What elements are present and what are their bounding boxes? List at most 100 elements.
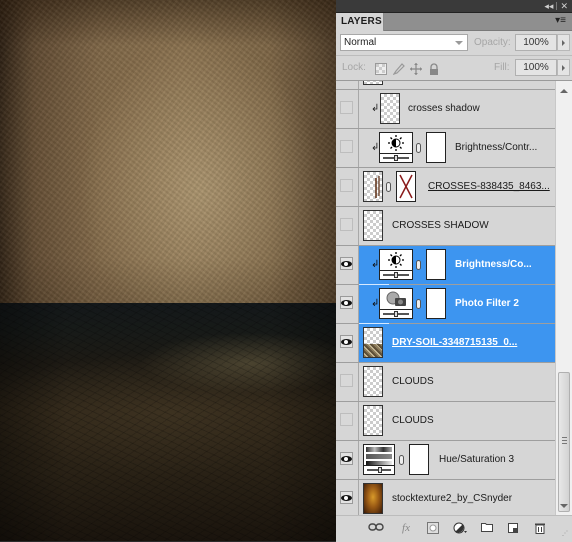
blend-mode-value: Normal [344,37,377,48]
visibility-toggle[interactable] [336,207,359,245]
layers-list: ↲ crosses shadow ↲ Brightness/Contr... C… [336,81,555,515]
tab-layers[interactable]: LAYERS [336,13,384,31]
layer-name[interactable]: crosses shadow [408,90,480,128]
blend-opacity-row: Normal Opacity: 100% [336,31,572,56]
panel-menu-icon[interactable]: ▾≡ [552,15,566,27]
visibility-toggle[interactable] [336,324,359,362]
scroll-down-arrow-icon[interactable] [560,504,568,508]
layer-row-selected[interactable]: DRY-SOIL-3348715135_0... [336,324,555,363]
layer-mask-thumbnail[interactable] [426,132,446,163]
grip-icon [562,437,567,444]
soil-thumbnail-texture [364,344,382,357]
layer-name[interactable]: CROSSES SHADOW [392,207,489,245]
layer-mask-thumbnail[interactable] [426,249,446,280]
layer-thumbnail [363,405,383,436]
visibility-toggle[interactable] [336,441,359,479]
visibility-box [340,179,353,192]
layer-mask-thumbnail[interactable] [396,171,416,202]
layer-row-partial[interactable] [336,81,555,90]
layer-name[interactable]: CROSSES-838435_8463... [428,168,550,206]
collapse-panel-icon[interactable]: ◂◂ [544,0,553,12]
visibility-toggle[interactable] [336,402,359,440]
layer-name[interactable]: CLOUDS [392,363,434,401]
layer-thumbnail [363,81,383,85]
visibility-toggle[interactable] [336,363,359,401]
fill-field[interactable]: 100% [515,59,557,76]
opacity-slider-button[interactable] [557,34,570,51]
visibility-toggle[interactable] [336,285,359,323]
opacity-field[interactable]: 100% [515,34,557,51]
visibility-box [340,218,353,231]
visibility-toggle[interactable] [336,480,359,515]
eye-icon [341,456,352,462]
layer-row[interactable]: CROSSES-838435_8463... [336,168,555,207]
layer-name[interactable]: DRY-SOIL-3348715135_0... [392,324,517,362]
layer-name[interactable]: stocktexture2_by_CSnyder [392,480,512,515]
visibility-toggle[interactable] [336,129,359,167]
resize-grip-icon[interactable]: ⋰ [560,528,570,540]
layers-panel: ◂◂ ✕ LAYERS ▾≡ Normal Opacity: 100% Lock… [336,0,572,542]
layer-row[interactable]: CLOUDS [336,402,555,441]
canvas-dry-soil [0,303,336,541]
layer-row[interactable]: CROSSES SHADOW [336,207,555,246]
delete-layer-trash-icon[interactable] [534,522,546,534]
blend-mode-select[interactable]: Normal [340,34,468,51]
scroll-up-arrow-icon[interactable] [560,89,568,93]
eye-icon [341,300,352,306]
link-layers-icon[interactable] [368,522,384,534]
eye-icon [341,261,352,267]
layer-style-fx-icon[interactable]: fx [398,522,414,534]
lock-label: Lock: [342,62,366,73]
eye-icon [341,339,352,345]
mask-link-icon[interactable] [416,260,421,270]
titlebar-separator [556,2,558,10]
layer-row[interactable]: CLOUDS [336,363,555,402]
scrollbar-thumb[interactable] [558,372,570,512]
layer-row[interactable]: ↲ Brightness/Contr... [336,129,555,168]
visibility-box [340,413,353,426]
fill-slider-button[interactable] [557,59,570,76]
new-layer-icon[interactable] [507,522,519,534]
visibility-toggle[interactable] [336,90,359,128]
document-canvas[interactable] [0,0,336,541]
lock-image-pixels-icon[interactable] [392,62,405,76]
layer-thumbnail [363,366,383,397]
panel-titlebar: ◂◂ ✕ [336,0,572,13]
new-adjustment-layer-icon[interactable] [453,522,467,534]
layer-name[interactable]: Brightness/Co... [455,246,532,284]
canvas-sky-texture [0,0,336,303]
clipping-mask-icon: ↲ [371,103,380,114]
chevron-down-icon [455,41,463,45]
layer-row[interactable]: Hue/Saturation 3 [336,441,555,480]
layer-mask-thumbnail[interactable] [426,288,446,319]
lock-all-icon[interactable] [428,62,440,75]
layer-name[interactable]: Photo Filter 2 [455,285,519,323]
add-mask-icon[interactable] [427,522,439,534]
mask-link-icon[interactable] [386,182,391,192]
visibility-toggle[interactable] [336,81,359,89]
layer-thumbnail [363,483,383,514]
visibility-box [340,140,353,153]
close-panel-icon[interactable]: ✕ [560,0,568,12]
mask-link-icon[interactable] [416,143,421,153]
layer-mask-thumbnail[interactable] [409,444,429,475]
layer-thumbnail [363,210,383,241]
visibility-toggle[interactable] [336,168,359,206]
layer-name[interactable]: Brightness/Contr... [455,129,537,167]
lock-transparency-icon[interactable] [375,62,387,75]
layer-name[interactable]: Hue/Saturation 3 [439,441,514,479]
mask-link-icon[interactable] [416,299,421,309]
mask-link-icon[interactable] [399,455,404,465]
new-group-folder-icon[interactable] [481,522,493,534]
lock-position-icon[interactable] [410,62,422,75]
photo-filter-icon [379,288,413,319]
layer-name[interactable]: CLOUDS [392,402,434,440]
layer-row[interactable]: ↲ crosses shadow [336,90,555,129]
visibility-toggle[interactable] [336,246,359,284]
layers-scrollbar[interactable] [555,81,572,515]
layer-row[interactable]: stocktexture2_by_CSnyder [336,480,555,515]
layer-row-selected[interactable]: ↲ Brightness/Co... [336,246,555,285]
layer-row-selected[interactable]: ↲ Photo Filter 2 [336,285,555,324]
layer-thumbnail [380,93,400,124]
visibility-box [340,101,353,114]
